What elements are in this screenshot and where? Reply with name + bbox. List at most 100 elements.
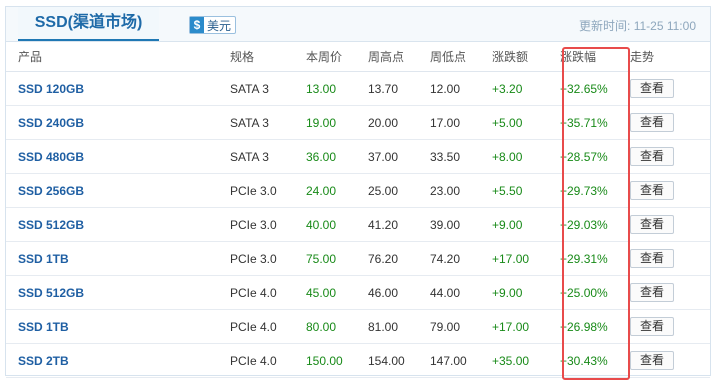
- change-amount-cell: +5.50: [492, 173, 553, 208]
- product-link[interactable]: SSD 512GB: [6, 207, 230, 242]
- change-percent-cell: +25.00%: [553, 275, 630, 310]
- week-high-cell: 81.00: [368, 309, 430, 344]
- week-high-cell: 46.00: [368, 275, 430, 310]
- product-link[interactable]: SSD 512GB: [6, 275, 230, 310]
- update-time-value: 11-25 11:00: [633, 19, 696, 33]
- trend-cell: 查看: [630, 139, 710, 174]
- table-row: SSD 240GB SATA 3 19.00 20.00 17.00 +5.00…: [6, 105, 710, 140]
- week-low-cell: 23.00: [430, 173, 492, 208]
- current-price-cell: 24.00: [306, 173, 368, 208]
- current-price-cell: 40.00: [306, 207, 368, 242]
- table-row: SSD 1TB PCIe 3.0 75.00 76.20 74.20 +17.0…: [6, 241, 710, 276]
- product-link[interactable]: SSD 240GB: [6, 105, 230, 140]
- change-amount-cell: +9.00: [492, 275, 553, 310]
- table-row: SSD 512GB PCIe 4.0 45.00 46.00 44.00 +9.…: [6, 275, 710, 310]
- week-low-cell: 12.00: [430, 71, 492, 106]
- change-percent-cell: +32.65%: [553, 71, 630, 106]
- trend-cell: 查看: [630, 241, 710, 276]
- week-low-cell: 39.00: [430, 207, 492, 242]
- week-low-cell: 74.20: [430, 241, 492, 276]
- table-header-row: 产品 规格 本周价 周高点 周低点 涨跌额 涨跌幅 走势: [6, 42, 710, 72]
- spec-cell: PCIe 3.0: [230, 241, 306, 276]
- update-time-label: 更新时间:: [579, 19, 631, 33]
- view-trend-button[interactable]: 查看: [630, 79, 674, 98]
- dollar-icon: $: [190, 17, 204, 33]
- change-amount-cell: +9.00: [492, 207, 553, 242]
- column-header-spec: 规格: [230, 42, 306, 72]
- view-trend-button[interactable]: 查看: [630, 181, 674, 200]
- tab-ssd-channel-market[interactable]: SSD(渠道市场): [18, 7, 159, 41]
- currency-toggle[interactable]: $ 美元: [189, 16, 237, 34]
- change-amount-cell: +17.00: [492, 309, 553, 344]
- change-percent-cell: +28.57%: [553, 139, 630, 174]
- table-row: SSD 512GB PCIe 3.0 40.00 41.20 39.00 +9.…: [6, 207, 710, 242]
- current-price-cell: 80.00: [306, 309, 368, 344]
- currency-label: 美元: [207, 18, 232, 33]
- week-low-cell: 33.50: [430, 139, 492, 174]
- trend-cell: 查看: [630, 343, 710, 378]
- trend-cell: 查看: [630, 309, 710, 344]
- view-trend-button[interactable]: 查看: [630, 147, 674, 166]
- trend-cell: 查看: [630, 71, 710, 106]
- column-header-current: 本周价: [306, 42, 368, 72]
- trend-cell: 查看: [630, 105, 710, 140]
- current-price-cell: 150.00: [306, 343, 368, 378]
- week-high-cell: 76.20: [368, 241, 430, 276]
- week-high-cell: 13.70: [368, 71, 430, 106]
- change-amount-cell: +3.20: [492, 71, 553, 106]
- week-high-cell: 25.00: [368, 173, 430, 208]
- change-amount-cell: +35.00: [492, 343, 553, 378]
- product-link[interactable]: SSD 120GB: [6, 71, 230, 106]
- table-row: SSD 480GB SATA 3 36.00 37.00 33.50 +8.00…: [6, 139, 710, 174]
- column-header-product: 产品: [6, 42, 230, 72]
- spec-cell: SATA 3: [230, 71, 306, 106]
- change-percent-cell: +29.31%: [553, 241, 630, 276]
- week-high-cell: 41.20: [368, 207, 430, 242]
- product-link[interactable]: SSD 1TB: [6, 309, 230, 344]
- product-link[interactable]: SSD 1TB: [6, 241, 230, 276]
- current-price-cell: 19.00: [306, 105, 368, 140]
- view-trend-button[interactable]: 查看: [630, 351, 674, 370]
- product-link[interactable]: SSD 2TB: [6, 343, 230, 378]
- column-header-low: 周低点: [430, 42, 492, 72]
- table-row: SSD 1TB PCIe 4.0 80.00 81.00 79.00 +17.0…: [6, 309, 710, 344]
- price-table: 产品 规格 本周价 周高点 周低点 涨跌额 涨跌幅 走势 SSD 120GB S…: [6, 42, 710, 378]
- product-link[interactable]: SSD 256GB: [6, 173, 230, 208]
- spec-cell: SATA 3: [230, 105, 306, 140]
- column-header-pct: 涨跌幅: [553, 42, 630, 72]
- view-trend-button[interactable]: 查看: [630, 113, 674, 132]
- spec-cell: PCIe 3.0: [230, 173, 306, 208]
- price-panel: SSD(渠道市场) $ 美元 更新时间: 11-25 11:00 产品 规格 本…: [5, 6, 711, 380]
- week-high-cell: 154.00: [368, 343, 430, 378]
- change-percent-cell: +29.03%: [553, 207, 630, 242]
- spec-cell: SATA 3: [230, 139, 306, 174]
- view-trend-button[interactable]: 查看: [630, 215, 674, 234]
- spec-cell: PCIe 4.0: [230, 343, 306, 378]
- trend-cell: 查看: [630, 275, 710, 310]
- update-time: 更新时间: 11-25 11:00: [579, 17, 696, 34]
- current-price-cell: 36.00: [306, 139, 368, 174]
- column-header-change: 涨跌额: [492, 42, 553, 72]
- change-percent-cell: +29.73%: [553, 173, 630, 208]
- current-price-cell: 75.00: [306, 241, 368, 276]
- view-trend-button[interactable]: 查看: [630, 249, 674, 268]
- view-trend-button[interactable]: 查看: [630, 283, 674, 302]
- week-low-cell: 17.00: [430, 105, 492, 140]
- spec-cell: PCIe 3.0: [230, 207, 306, 242]
- week-low-cell: 44.00: [430, 275, 492, 310]
- current-price-cell: 45.00: [306, 275, 368, 310]
- change-amount-cell: +17.00: [492, 241, 553, 276]
- column-header-trend: 走势: [630, 42, 710, 72]
- product-link[interactable]: SSD 480GB: [6, 139, 230, 174]
- change-amount-cell: +5.00: [492, 105, 553, 140]
- week-high-cell: 20.00: [368, 105, 430, 140]
- view-trend-button[interactable]: 查看: [630, 317, 674, 336]
- table-row: SSD 2TB PCIe 4.0 150.00 154.00 147.00 +3…: [6, 343, 710, 378]
- column-header-high: 周高点: [368, 42, 430, 72]
- trend-cell: 查看: [630, 207, 710, 242]
- trend-cell: 查看: [630, 173, 710, 208]
- table-row: SSD 256GB PCIe 3.0 24.00 25.00 23.00 +5.…: [6, 173, 710, 208]
- change-percent-cell: +26.98%: [553, 309, 630, 344]
- change-amount-cell: +8.00: [492, 139, 553, 174]
- panel-header: SSD(渠道市场) $ 美元 更新时间: 11-25 11:00: [6, 7, 710, 42]
